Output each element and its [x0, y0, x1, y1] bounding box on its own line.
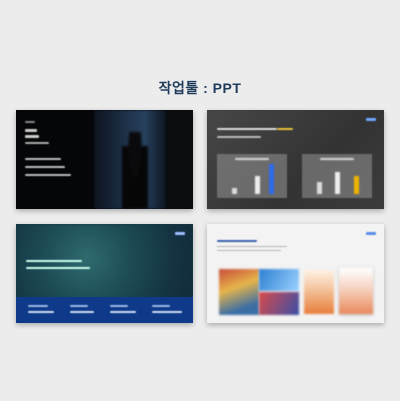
slide-text-line	[217, 136, 261, 138]
band-text	[110, 311, 136, 313]
chart-bar-highlight	[354, 176, 359, 194]
band-text	[70, 311, 94, 313]
band-text	[28, 305, 48, 307]
collage-image	[304, 270, 334, 314]
logo-icon	[366, 232, 376, 235]
chart-header	[235, 158, 269, 160]
slide-text-line	[217, 128, 277, 130]
collage-image	[339, 268, 373, 314]
slide-text-line	[26, 260, 82, 262]
slide-text-line	[25, 129, 37, 132]
chart-bar	[335, 172, 340, 194]
slide-text-line	[217, 250, 281, 251]
band-text	[110, 305, 128, 307]
slide-text-line	[217, 246, 287, 247]
band-text	[70, 305, 88, 307]
slide-text-line	[25, 142, 49, 144]
slide-text-line	[217, 240, 257, 242]
page-title: 작업툴 : PPT	[158, 80, 242, 96]
logo-icon	[175, 232, 185, 235]
slide-text-line	[25, 166, 65, 168]
band-text	[28, 311, 54, 313]
slide-thumbnail-2[interactable]	[207, 110, 384, 209]
collage-image	[219, 269, 259, 315]
band-text	[152, 311, 182, 313]
chart-bar	[317, 182, 322, 194]
band-text	[152, 305, 170, 307]
chart-bar	[232, 188, 237, 194]
slide-text-line	[25, 174, 71, 176]
chart-header	[320, 158, 354, 160]
slide-highlight-text	[277, 128, 293, 130]
chart-panel-right	[302, 154, 372, 198]
dark-panel	[166, 110, 193, 209]
collage-image	[259, 292, 299, 315]
slide-text-line	[25, 158, 61, 160]
collage-image	[259, 269, 299, 291]
person-silhouette-image	[122, 132, 148, 209]
slide-thumbnail-3[interactable]	[16, 224, 193, 323]
chart-bar-highlight	[269, 164, 274, 194]
chart-panel-left	[217, 154, 287, 198]
slide-thumbnail-1[interactable]	[16, 110, 193, 209]
slide-text-line	[25, 121, 35, 123]
slide-text-line	[25, 135, 39, 138]
logo-icon	[366, 118, 376, 121]
chart-bar	[255, 176, 260, 194]
slide-text-line	[26, 267, 90, 269]
footer-band	[16, 297, 193, 323]
slide-thumbnail-4[interactable]	[207, 224, 384, 323]
